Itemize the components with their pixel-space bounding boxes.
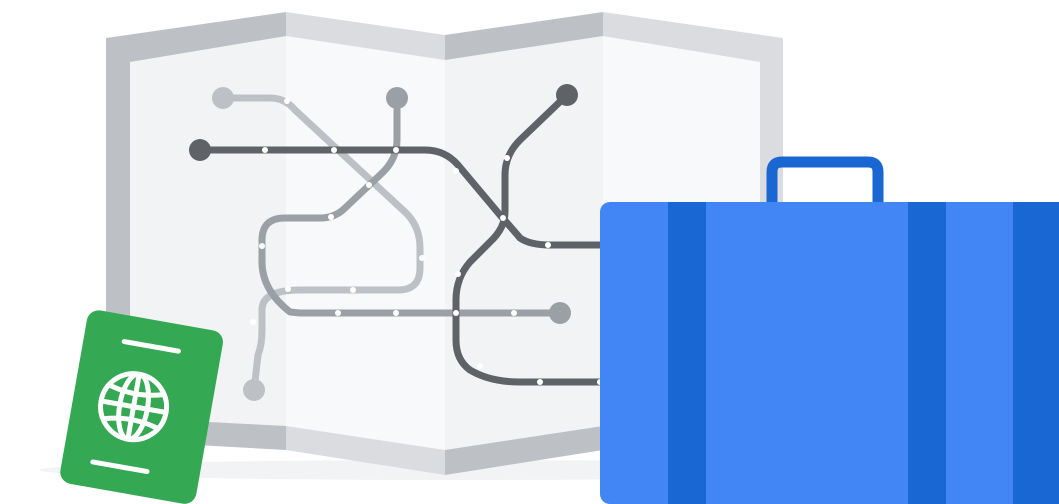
station-stop (331, 147, 337, 153)
station-stop (259, 243, 265, 249)
station-stop (393, 310, 399, 316)
station-stop (284, 98, 290, 104)
station-terminal (386, 87, 408, 109)
station-terminal (549, 302, 571, 324)
station-stop (477, 363, 483, 369)
suitcase-side-panel (1013, 202, 1059, 504)
station-stop (545, 242, 551, 248)
station-stop (335, 310, 341, 316)
station-stop (285, 286, 291, 292)
station-stop (453, 168, 459, 174)
suitcase-handle-icon (766, 156, 884, 205)
station-terminal (189, 139, 211, 161)
suitcase-strap-right (908, 202, 946, 504)
station-stop (250, 319, 256, 325)
station-stop (537, 379, 543, 385)
station-stop (419, 255, 425, 261)
station-stop (262, 147, 268, 153)
station-stop (366, 182, 372, 188)
station-stop (511, 310, 517, 316)
station-stop (393, 147, 399, 153)
station-stop (453, 310, 459, 316)
suitcase (600, 156, 1059, 504)
station-stop (328, 214, 334, 220)
travel-illustration-svg (40, 12, 1059, 504)
station-stop (500, 215, 506, 221)
station-terminal (243, 379, 265, 401)
station-stop (350, 287, 356, 293)
travel-illustration (0, 0, 1059, 504)
station-terminal (212, 87, 234, 109)
station-stop (455, 271, 461, 277)
station-terminal (556, 84, 578, 106)
suitcase-strap-left (668, 202, 706, 504)
station-stop (504, 155, 510, 161)
